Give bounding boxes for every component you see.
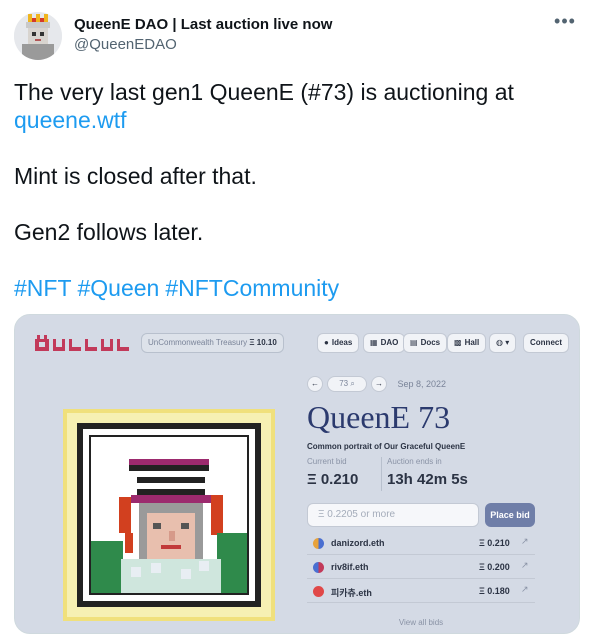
author-info[interactable]: QueenE DAO | Last auction live now @Quee…	[74, 15, 332, 55]
hashtag-nftcommunity[interactable]: #NFTCommunity	[165, 275, 339, 301]
display-name[interactable]: QueenE DAO | Last auction live now	[74, 15, 332, 35]
more-options-icon[interactable]: •••	[553, 12, 577, 34]
bid-input[interactable]: Ξ 0.2205 or more	[307, 503, 479, 527]
bid-amount: Ξ 0.200	[479, 562, 510, 572]
queene-portrait	[63, 409, 275, 621]
tweet-line1: The very last gen1 QueenE (#73) is aucti…	[14, 79, 514, 105]
dao-icon: ▦	[370, 338, 378, 347]
auction-ends-label: Auction ends in	[387, 457, 442, 466]
external-link-icon[interactable]: ↗	[521, 536, 529, 547]
bidder-avatar	[313, 538, 324, 549]
nav-docs-button[interactable]: ▤ Docs	[403, 333, 448, 353]
tweet-text-line1: The very last gen1 QueenE (#73) is aucti…	[14, 78, 514, 134]
auction-navigator: ← 73 ⌕ → Sep 8, 2022	[307, 375, 446, 393]
nav-dao-label: DAO	[380, 338, 399, 347]
hashtag-queen[interactable]: #Queen	[78, 275, 160, 301]
avatar[interactable]	[14, 12, 62, 60]
current-bid-label: Current bid	[307, 457, 347, 466]
view-all-bids-link[interactable]: View all bids	[307, 618, 535, 627]
portrait-frame-outer	[77, 423, 261, 607]
auction-date: Sep 8, 2022	[397, 378, 446, 389]
bidder-avatar	[313, 586, 324, 597]
bidder-name[interactable]: 피카츄.eth	[331, 586, 372, 599]
site-navbar: UnCommonwealth Treasury Ξ 10.10 ● Ideas ▦…	[15, 315, 579, 371]
auction-ends-value: 13h 42m 5s	[387, 471, 468, 488]
connect-button[interactable]: Connect	[523, 333, 569, 353]
bidder-avatar	[313, 562, 324, 573]
language-dropdown[interactable]: ◍ ▾	[489, 333, 517, 353]
bidder-name[interactable]: danizord.eth	[331, 538, 385, 548]
arrow-left-icon[interactable]: ←	[307, 375, 323, 392]
treasury-value: Ξ 10.10	[249, 338, 277, 347]
bid-row: 피카츄.eth Ξ 0.180 ↗	[307, 581, 535, 603]
queene-title: QueenE 73	[307, 399, 451, 435]
user-handle[interactable]: @QueenEDAO	[74, 35, 332, 55]
place-bid-button[interactable]: Place bid	[485, 503, 535, 527]
queene-pixel-art-icon	[91, 437, 247, 593]
tweet: QueenE DAO | Last auction live now @Quee…	[0, 0, 591, 641]
current-bid-value: Ξ 0.210	[307, 471, 359, 488]
auction-id-input[interactable]: 73 ⌕	[327, 375, 367, 392]
tweet-link[interactable]: queene.wtf	[14, 107, 127, 133]
queene-logo-icon[interactable]	[35, 335, 131, 356]
auction-id-value: 73	[339, 378, 349, 388]
nav-hall-button[interactable]: ▩ Hall	[447, 333, 487, 353]
docs-icon: ▤	[410, 338, 418, 347]
hashtags: #NFT #Queen #NFTCommunity	[14, 274, 345, 302]
external-link-icon[interactable]: ↗	[521, 560, 529, 571]
queen-avatar-icon	[14, 12, 62, 60]
bid-amount: Ξ 0.180	[479, 586, 510, 596]
chevron-down-icon: ▾	[505, 338, 510, 347]
treasury-badge[interactable]: UnCommonwealth Treasury Ξ 10.10	[141, 333, 284, 353]
portrait-frame-inner	[89, 435, 249, 595]
bid-amount: Ξ 0.210	[479, 538, 510, 548]
divider	[381, 457, 382, 491]
nav-dao-button[interactable]: ▦ DAO	[363, 333, 406, 353]
tweet-line2: Mint is closed after that.	[14, 163, 257, 189]
treasury-label: UnCommonwealth Treasury	[148, 338, 248, 347]
globe-icon: ◍	[496, 338, 503, 347]
external-link-icon[interactable]: ↗	[521, 584, 529, 595]
nav-hall-label: Hall	[464, 338, 480, 347]
bidder-name[interactable]: riv8if.eth	[331, 562, 369, 572]
bid-row: danizord.eth Ξ 0.210 ↗	[307, 533, 535, 555]
hashtag-nft[interactable]: #NFT	[14, 275, 72, 301]
nav-docs-label: Docs	[420, 338, 441, 347]
tweet-line3: Gen2 follows later.	[14, 219, 204, 245]
nav-ideas-label: Ideas	[331, 338, 353, 347]
hall-icon: ▩	[454, 338, 462, 347]
lightbulb-icon: ●	[324, 338, 329, 347]
arrow-right-icon[interactable]: →	[371, 375, 387, 392]
media-screenshot[interactable]: UnCommonwealth Treasury Ξ 10.10 ● Ideas ▦…	[14, 314, 580, 634]
bid-row: riv8if.eth Ξ 0.200 ↗	[307, 557, 535, 579]
nav-ideas-button[interactable]: ● Ideas	[317, 333, 360, 353]
search-icon: ⌕	[350, 378, 355, 388]
queene-subtitle: Common portrait of Our Graceful QueenE	[307, 442, 466, 451]
